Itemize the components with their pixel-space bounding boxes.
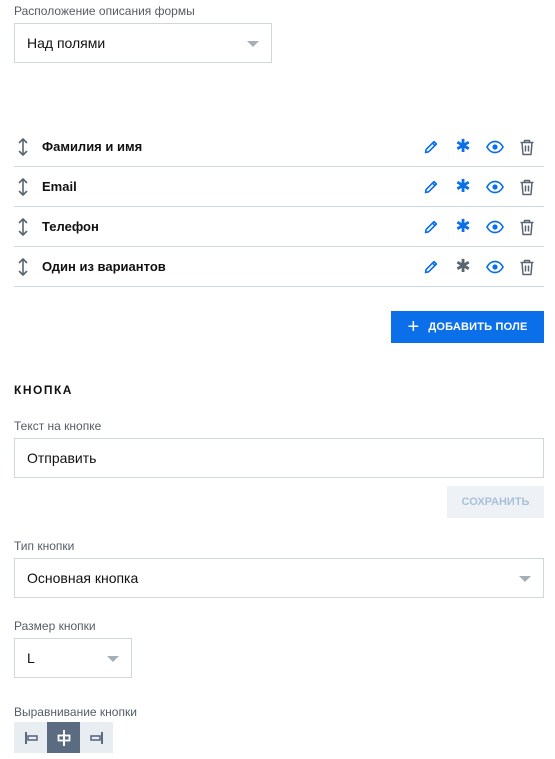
asterisk-icon: ✱ [455,216,471,237]
drag-handle-icon[interactable] [15,137,31,157]
asterisk-icon: ✱ [455,176,471,197]
eye-icon [486,220,504,234]
button-section-title: КНОПКА [14,383,73,397]
trash-icon [520,259,534,275]
required-toggle-button[interactable]: ✱ [453,217,473,237]
visibility-button[interactable] [485,217,505,237]
delete-button[interactable] [517,257,537,277]
field-actions: ✱ [409,257,537,277]
align-center-icon [57,729,70,746]
visibility-button[interactable] [485,257,505,277]
chevron-down-icon [247,41,259,47]
add-field-button-label: ДОБАВИТЬ ПОЛЕ [428,321,528,333]
field-name: Фамилия и имя [42,139,143,154]
field-actions: ✱ [409,217,537,237]
field-row: Email ✱ [14,167,544,207]
pencil-icon [424,220,438,234]
edit-button[interactable] [421,177,441,197]
button-text-label: Текст на кнопке [14,419,102,433]
visibility-button[interactable] [485,137,505,157]
drag-handle-icon[interactable] [15,217,31,237]
trash-icon [520,139,534,155]
required-toggle-button[interactable]: ✱ [453,257,473,277]
visibility-button[interactable] [485,177,505,197]
plus-icon: + [407,316,420,338]
save-button[interactable]: СОХРАНИТЬ [447,486,544,518]
field-row: Один из вариантов ✱ [14,247,544,287]
trash-icon [520,179,534,195]
add-field-button[interactable]: + ДОБАВИТЬ ПОЛЕ [391,311,544,343]
button-size-value: L [27,650,35,666]
edit-button[interactable] [421,137,441,157]
button-align-group [14,722,113,753]
button-type-select[interactable]: Основная кнопка [14,558,544,598]
delete-button[interactable] [517,137,537,157]
button-type-value: Основная кнопка [27,570,139,586]
edit-button[interactable] [421,217,441,237]
eye-icon [486,180,504,194]
align-right-icon [89,731,103,744]
align-right-button[interactable] [80,722,113,753]
chevron-down-icon [519,576,531,582]
align-left-button[interactable] [14,722,47,753]
pencil-icon [424,140,438,154]
eye-icon [486,260,504,274]
field-name: Телефон [42,219,99,234]
drag-handle-icon[interactable] [15,177,31,197]
drag-handle-icon[interactable] [15,257,31,277]
fields-list: Фамилия и имя ✱ Email ✱ Телефон ✱ Один и… [14,127,544,287]
chevron-down-icon [107,656,119,662]
edit-button[interactable] [421,257,441,277]
delete-button[interactable] [517,217,537,237]
required-toggle-button[interactable]: ✱ [453,137,473,157]
asterisk-icon: ✱ [455,256,471,277]
field-name: Email [42,179,77,194]
align-left-icon [24,731,38,744]
align-center-button[interactable] [47,722,80,753]
form-description-position-select[interactable]: Над полями [14,23,272,63]
button-type-label: Тип кнопки [14,539,75,553]
field-name: Один из вариантов [42,259,166,274]
asterisk-icon: ✱ [455,136,471,157]
eye-icon [486,140,504,154]
delete-button[interactable] [517,177,537,197]
field-actions: ✱ [409,137,537,157]
trash-icon [520,219,534,235]
field-row: Фамилия и имя ✱ [14,127,544,167]
button-size-select[interactable]: L [14,638,132,678]
field-actions: ✱ [409,177,537,197]
button-size-label: Размер кнопки [14,619,96,633]
pencil-icon [424,260,438,274]
required-toggle-button[interactable]: ✱ [453,177,473,197]
form-description-position-label: Расположение описания формы [14,4,195,18]
field-row: Телефон ✱ [14,207,544,247]
button-text-input[interactable] [14,438,544,478]
form-description-position-value: Над полями [27,35,106,51]
pencil-icon [424,180,438,194]
button-align-label: Выравнивание кнопки [14,705,137,719]
